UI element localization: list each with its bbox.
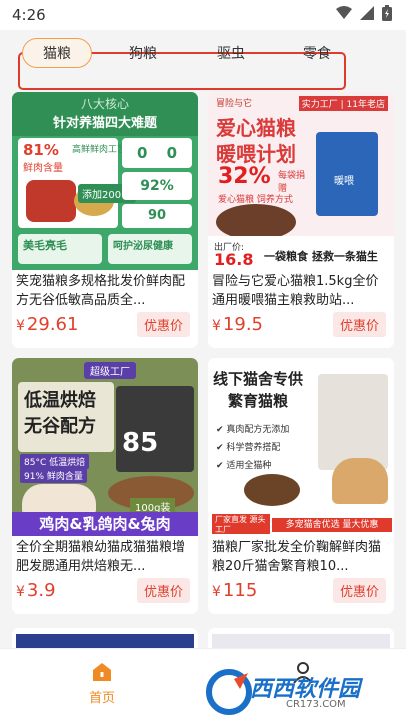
subheadline: 暖喂计划 xyxy=(216,142,296,166)
bag-label: 暖喂 xyxy=(334,176,354,187)
product-image: 冒险与它 实力工厂 | 11年老店 爱心猫粮 暖喂计划 32% 每袋捐赠 爱心猫… xyxy=(208,92,394,270)
check-text: 科学营养搭配 xyxy=(226,443,281,453)
check-text: 真肉配方无添加 xyxy=(226,425,290,435)
factory-badge: 厂家直发 源头工厂 xyxy=(212,514,270,534)
product-image: 八大核心 针对养猫四大难题 81% 鲜肉含量 高鲜鲜肉工艺 0 0 添加200℃… xyxy=(12,92,198,270)
product-card[interactable]: 线下猫舍专供 繁育猫粮 ✔ 真肉配方无添加 ✔ 科学营养搭配 ✔ 适用全猫种 厂… xyxy=(208,358,394,614)
badge-92: 92% xyxy=(122,172,192,200)
bottom-navigation: 首页 西西软件园 CR173.COM xyxy=(0,648,406,722)
badge-90: 90 xyxy=(122,204,192,228)
signal-icon xyxy=(360,6,374,20)
battery-icon xyxy=(382,5,392,21)
price-value: 19.5 xyxy=(222,314,263,335)
brand-name: 冒险与它 xyxy=(216,99,253,109)
price-value: 29.61 xyxy=(26,314,79,335)
product-title[interactable]: 冒险与它爱心猫粮1.5kg全价通用暖喂猫主粮救助站... xyxy=(212,272,390,310)
factory-tag: 实力工厂 | 11年老店 xyxy=(298,96,388,111)
subheadline: 无谷配方 xyxy=(24,416,96,437)
badge-zero-a: 0 xyxy=(136,144,148,162)
product-price: ¥115 xyxy=(212,580,257,601)
watermark-logo: 西西软件园 CR173.COM xyxy=(206,669,394,715)
product-title[interactable]: 笑宠猫粮多规格批发价鲜肉配方无谷低敏高品质全... xyxy=(16,272,194,310)
donation-percent: 32% xyxy=(218,164,271,189)
headline: 线下猫舍专供 xyxy=(212,370,303,388)
breeder-badge: 多宠猫舍优选 量大优惠 xyxy=(272,518,392,532)
temperature-value: 85 xyxy=(122,428,159,458)
headline: 爱心猫粮 xyxy=(216,116,296,140)
badge-zero-b: 0 xyxy=(166,144,178,162)
price-value: 3.9 xyxy=(26,580,56,601)
price-value: 115 xyxy=(222,580,258,601)
kibble-pile xyxy=(244,474,300,506)
status-time: 4:26 xyxy=(12,6,46,24)
nav-home-label: 首页 xyxy=(88,691,115,706)
cat-visual xyxy=(22,484,96,514)
check-item: ✔ 适用全猫种 xyxy=(216,461,272,471)
product-price: ¥29.61 xyxy=(16,314,78,335)
product-image xyxy=(212,634,390,648)
currency-symbol: ¥ xyxy=(212,584,221,600)
tab-snacks[interactable]: 零食 xyxy=(282,38,352,68)
badge-process: 高鲜鲜肉工艺 xyxy=(72,145,127,155)
tab-dog-food[interactable]: 狗粮 xyxy=(108,38,178,68)
banner-top: 八大核心 xyxy=(80,97,129,111)
product-price: ¥19.5 xyxy=(212,314,263,335)
product-card-partial xyxy=(208,628,394,648)
kibble-pile xyxy=(216,204,296,240)
status-icons xyxy=(336,5,392,21)
flavor-banner: 鸡肉&乳鸽肉&兔肉 xyxy=(12,512,198,536)
deal-price-button[interactable]: 优惠价 xyxy=(332,312,386,337)
product-card[interactable]: 超级工厂 低温烘焙 无谷配方 85°C 低温烘焙 91% 鲜肉含量 85 100… xyxy=(12,358,198,614)
watermark-emblem xyxy=(206,669,252,715)
product-image xyxy=(16,634,194,648)
currency-symbol: ¥ xyxy=(16,318,25,334)
headline: 低温烘焙 xyxy=(24,390,96,411)
factory-price: 16.8 xyxy=(214,250,254,269)
product-title[interactable]: 全价全期猫粮幼猫成猫猫粮增肥发腮通用烘焙粮无... xyxy=(16,538,194,576)
currency-symbol: ¥ xyxy=(212,318,221,334)
check-text: 适用全猫种 xyxy=(226,461,272,471)
category-tabbar: 猫粮 狗粮 驱虫 零食 xyxy=(0,30,406,100)
deal-price-button[interactable]: 优惠价 xyxy=(136,312,190,337)
badge-meat-label: 鲜肉含量 xyxy=(23,163,63,174)
status-bar: 4:26 xyxy=(0,0,406,30)
product-title[interactable]: 猫粮厂家批发全价鞠解鲜肉猫粮20斤猫舍繁育粮10... xyxy=(212,538,390,576)
product-card-partial xyxy=(12,628,198,648)
tab-deworming[interactable]: 驱虫 xyxy=(196,38,266,68)
product-price: ¥3.9 xyxy=(16,580,56,601)
check-item: ✔ 科学营养搭配 xyxy=(216,443,281,453)
wifi-icon xyxy=(336,6,352,19)
deal-price-button[interactable]: 优惠价 xyxy=(136,578,190,603)
percent-note: 每袋捐赠 xyxy=(278,171,306,194)
nav-home[interactable]: 首页 xyxy=(74,661,130,713)
home-icon xyxy=(93,663,111,681)
cat-visual xyxy=(332,458,388,504)
watermark-url: CR173.COM xyxy=(286,699,346,710)
bullet-meat: 91% 鲜肉含量 xyxy=(20,468,87,483)
slogan: 一袋粮食 拯救一条猫生 xyxy=(264,250,378,263)
badge-coat: 美毛亮毛 xyxy=(18,234,102,264)
product-image: 线下猫舍专供 繁育猫粮 ✔ 真肉配方无添加 ✔ 科学营养搭配 ✔ 适用全猫种 厂… xyxy=(208,358,394,536)
bullet-baking: 85°C 低温烘焙 xyxy=(20,454,90,469)
tab-cat-food[interactable]: 猫粮 xyxy=(22,38,92,68)
badge-urinary: 呵护泌尿健康 xyxy=(108,234,192,264)
food-bag xyxy=(318,374,388,470)
currency-symbol: ¥ xyxy=(16,584,25,600)
product-card[interactable]: 八大核心 针对养猫四大难题 81% 鲜肉含量 高鲜鲜肉工艺 0 0 添加200℃… xyxy=(12,92,198,348)
product-card[interactable]: 冒险与它 实力工厂 | 11年老店 爱心猫粮 暖喂计划 32% 每袋捐赠 爱心猫… xyxy=(208,92,394,348)
banner-title: 针对养猫四大难题 xyxy=(52,116,157,131)
deal-price-button[interactable]: 优惠价 xyxy=(332,578,386,603)
subheadline: 繁育猫粮 xyxy=(227,392,288,410)
product-image: 超级工厂 低温烘焙 无谷配方 85°C 低温烘焙 91% 鲜肉含量 85 100… xyxy=(12,358,198,536)
meat-visual xyxy=(26,180,76,222)
check-item: ✔ 真肉配方无添加 xyxy=(216,425,290,435)
brand-tag: 超级工厂 xyxy=(84,362,136,379)
